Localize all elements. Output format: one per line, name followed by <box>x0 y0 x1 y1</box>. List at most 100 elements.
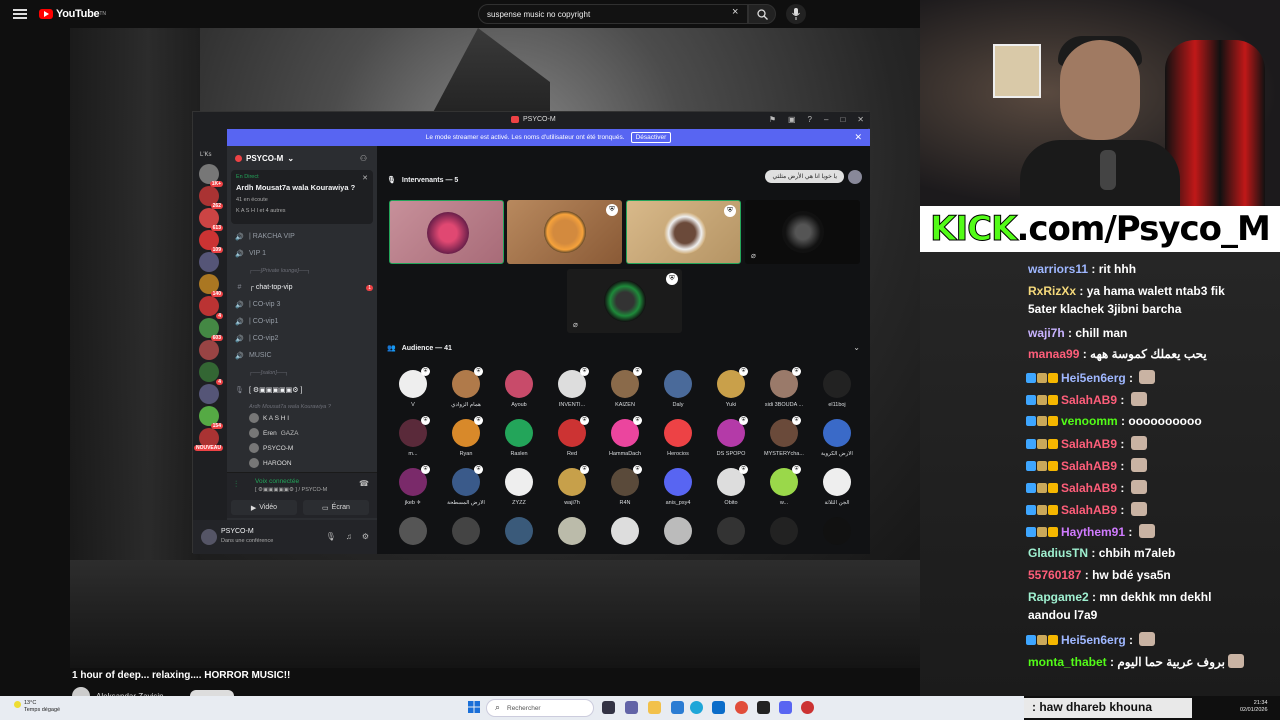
audience-member[interactable]: ⛨ Obito <box>707 465 755 514</box>
audience-member[interactable] <box>654 517 702 563</box>
audience-member[interactable] <box>760 517 808 563</box>
windows-start-icon[interactable] <box>468 701 480 713</box>
file-explorer-icon[interactable] <box>648 701 661 714</box>
audience-member[interactable]: ZYZZ <box>495 468 543 514</box>
chat-username[interactable]: waji7h <box>1028 326 1065 340</box>
inbox-icon[interactable]: ▣ <box>788 115 796 124</box>
audience-member[interactable]: الجن الثلاثة <box>813 468 861 514</box>
audience-member[interactable]: Herocios <box>654 419 702 465</box>
audience-member[interactable]: ⛨ m... <box>389 416 437 465</box>
server-name[interactable]: PSYCO-M ⌄ <box>235 154 294 163</box>
server-icon[interactable] <box>199 252 219 272</box>
chat-username[interactable]: SalahAB9 <box>1061 437 1117 451</box>
invite-people-icon[interactable]: ⚇ <box>360 154 367 163</box>
server-icon[interactable]: 140 <box>199 274 223 297</box>
channel-item[interactable]: 🔊 VIP 1 <box>235 247 373 260</box>
audience-member[interactable]: ⛨ DS SPOPO <box>707 416 755 465</box>
pin-icon[interactable]: ⚑ <box>769 115 776 124</box>
audience-member[interactable]: ⛨ R4N <box>601 465 649 514</box>
chat-username[interactable]: Haythem91 <box>1061 525 1125 539</box>
youtube-logo[interactable]: YouTube TN <box>39 8 106 20</box>
chat-username[interactable]: manaa99 <box>1028 347 1079 361</box>
chat-username[interactable]: Hei5en6erg <box>1061 371 1126 385</box>
audience-member[interactable]: ⛨ HammaDach <box>601 416 649 465</box>
chat-username[interactable]: venoomm <box>1061 414 1118 428</box>
chat-username[interactable]: monta_thabet <box>1028 655 1107 669</box>
search-input[interactable]: suspense music no copyright <box>478 4 748 24</box>
voice-connected-label[interactable]: Voix connectée <box>255 478 299 485</box>
audience-member[interactable]: ⛨ INVENTI... <box>548 367 596 416</box>
audience-member[interactable]: anis_psy4 <box>654 468 702 514</box>
server-icon[interactable]: NOUVEAU <box>193 428 223 451</box>
audience-member[interactable]: ⛨ V <box>389 367 437 416</box>
headphones-icon[interactable]: ♫ <box>346 532 352 541</box>
audience-member[interactable] <box>442 517 490 563</box>
voice-user[interactable]: Eren GAZA <box>249 427 298 439</box>
server-icon[interactable]: 262 <box>199 186 223 209</box>
audience-member[interactable] <box>707 517 755 563</box>
audience-member[interactable]: ⛨ w... <box>760 465 808 514</box>
discord-taskbar-icon[interactable] <box>779 701 792 714</box>
video-button[interactable]: ▶ Vidéo <box>231 500 297 515</box>
disconnect-icon[interactable]: ☎ <box>359 479 369 488</box>
mute-microphone-icon[interactable]: 🎙 <box>326 532 336 541</box>
chat-username[interactable]: SalahAB9 <box>1061 393 1117 407</box>
task-view-icon[interactable] <box>602 701 615 714</box>
voice-user[interactable]: K A S H I <box>249 412 289 424</box>
taskbar-search[interactable]: Rechercher <box>486 699 594 717</box>
speaker-tile[interactable]: ⛨ <box>626 200 741 264</box>
server-icon[interactable]: 4 <box>199 296 223 319</box>
search-button[interactable] <box>748 4 776 24</box>
voice-user[interactable]: HAROON <box>249 457 292 469</box>
audience-member[interactable]: الأرض الكروية <box>813 419 861 465</box>
audience-member[interactable]: ⛨ MYSTERYcha... <box>760 416 808 465</box>
live-stage-card[interactable]: En Direct Ardh Mousat7a wala Kourawiya ?… <box>231 170 373 224</box>
clear-search-icon[interactable]: × <box>732 6 738 18</box>
audience-member[interactable] <box>389 517 437 563</box>
channel-item[interactable]: 🔊 | CO-vip1 <box>235 315 373 328</box>
channel-item[interactable]: # ┌ chat-top-vip 1 <box>235 281 373 294</box>
speaker-tile[interactable] <box>389 200 504 264</box>
server-icon[interactable] <box>199 340 219 360</box>
close-card-icon[interactable]: ✕ <box>362 174 368 182</box>
disable-streamer-button[interactable]: Désactiver <box>630 132 672 143</box>
audience-member[interactable]: ⛨ Ryan <box>442 416 490 465</box>
obs-icon[interactable] <box>757 701 770 714</box>
chat-username[interactable]: 55760187 <box>1028 568 1081 582</box>
channel-item[interactable]: 🔊 | RAKCHA VIP <box>235 230 373 243</box>
voice-user[interactable]: PSYCO-M <box>249 442 293 454</box>
audience-member[interactable]: Ayoub <box>495 370 543 416</box>
edge-icon[interactable] <box>690 701 703 714</box>
store-icon[interactable] <box>712 701 725 714</box>
chat-username[interactable]: SalahAB9 <box>1061 459 1117 473</box>
channel-item[interactable]: 🎙 [ ⚙▣▣▣▣▣⚙ ] <box>235 383 373 396</box>
chrome-icon[interactable] <box>735 701 748 714</box>
channel-category[interactable]: ┌──[salon]──┐ <box>235 366 373 379</box>
audience-member[interactable]: ⛨ Yuki <box>707 367 755 416</box>
close-banner-icon[interactable]: ✕ <box>854 132 862 143</box>
server-icon[interactable]: 154 <box>199 406 223 429</box>
audience-member[interactable]: el11boj <box>813 370 861 416</box>
channel-item[interactable]: 🔊 | CO-vip2 <box>235 332 373 345</box>
server-icon[interactable]: 1K+ <box>199 164 223 187</box>
audience-member[interactable]: ⛨ waji7h <box>548 465 596 514</box>
screen-share-button[interactable]: ▭ Écran <box>303 500 369 515</box>
help-icon[interactable]: ? <box>808 115 812 124</box>
menu-icon[interactable] <box>13 9 27 19</box>
audience-member[interactable] <box>495 517 543 563</box>
app-icon[interactable] <box>671 701 684 714</box>
chat-username[interactable]: SalahAB9 <box>1061 481 1117 495</box>
settings-gear-icon[interactable]: ⚙ <box>362 532 369 541</box>
chat-username[interactable]: SalahAB9 <box>1061 503 1117 517</box>
audience-member[interactable]: ⛨ الأرض المسطحة <box>442 465 490 514</box>
chat-username[interactable]: GladiusTN <box>1028 546 1088 560</box>
weather-widget[interactable]: 13°C Temps dégagé <box>24 700 60 714</box>
audience-member[interactable]: ⛨ KAIZEN <box>601 367 649 416</box>
close-window-button[interactable]: ✕ <box>857 115 864 124</box>
server-icon[interactable]: 613 <box>199 208 223 231</box>
audience-member[interactable]: ⛨ jkeb ✈ <box>389 465 437 514</box>
channel-category[interactable]: ┌──[Private lounge]──┐ <box>235 264 373 277</box>
chat-username[interactable]: RxRizXx <box>1028 284 1076 298</box>
chat-username[interactable]: Rapgame2 <box>1028 590 1089 604</box>
audience-member[interactable]: ⛨ Red <box>548 416 596 465</box>
